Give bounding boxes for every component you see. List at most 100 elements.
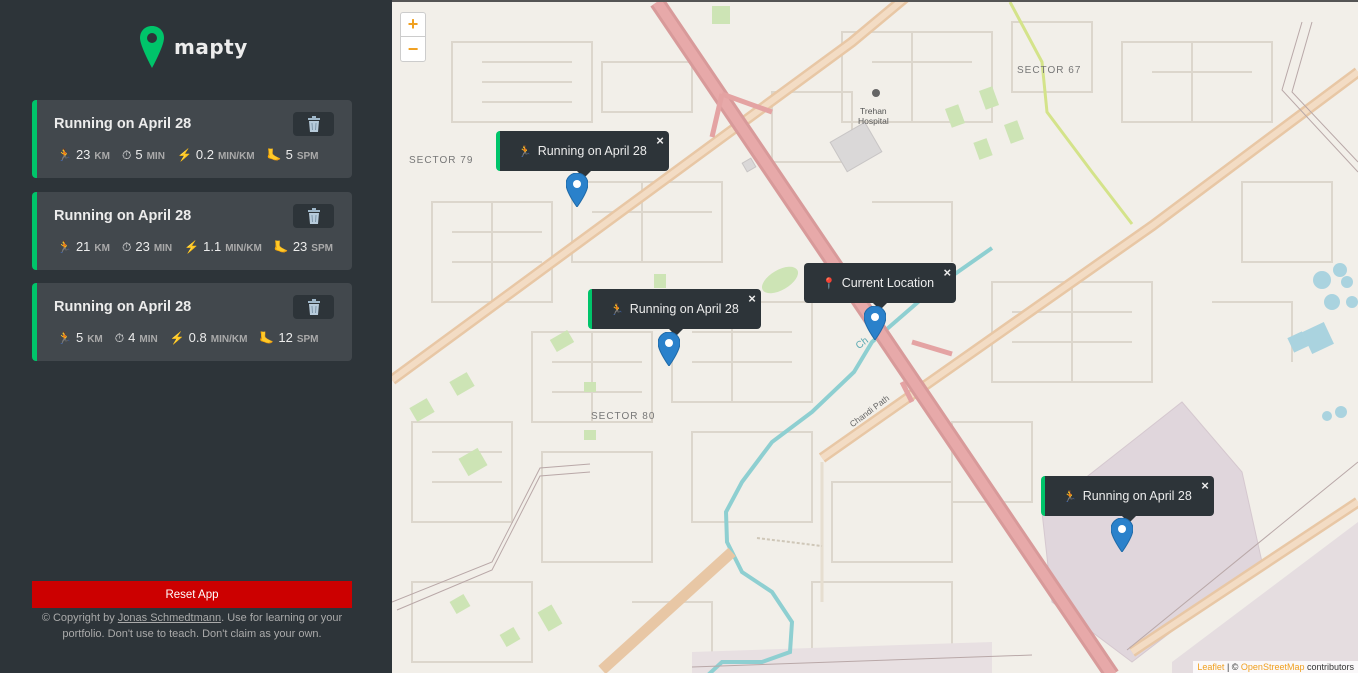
detail-value: 5 [75, 330, 84, 345]
distance-detail: 🏃 5 km [57, 330, 103, 345]
cadence-detail: 🦶 5 spm [267, 147, 319, 162]
zoom-control: + − [400, 12, 426, 62]
hospital-line-2: Hospital [858, 116, 889, 126]
workout-item[interactable]: Running on April 28 🏃 5 km ⏱ 4 min ⚡ 0.8 min/k… [32, 283, 352, 361]
author-link[interactable]: Jonas Schmedtmann [118, 612, 221, 624]
detail-unit: min/km [217, 151, 255, 162]
detail-value: 4 [128, 330, 136, 345]
delete-workout-button[interactable] [293, 112, 334, 136]
detail-value: 5 [285, 147, 293, 162]
detail-value: 0.2 [195, 147, 214, 162]
close-icon[interactable]: × [656, 133, 664, 148]
logo: mapty [140, 26, 248, 68]
leaflet-link[interactable]: Leaflet [1197, 662, 1224, 672]
zoom-out-button[interactable]: − [401, 37, 425, 61]
zoom-in-button[interactable]: + [401, 13, 425, 37]
distance-detail: 🏃 21 km [57, 239, 110, 254]
workout-details: 🏃 5 km ⏱ 4 min ⚡ 0.8 min/km 🦶 12 spm [57, 330, 342, 346]
detail-unit: min [139, 334, 158, 345]
copyright: © Copyright by Jonas Schmedtmann. Use fo… [32, 610, 352, 642]
detail-unit: spm [311, 243, 333, 254]
detail-value: 5 [135, 147, 143, 162]
detail-unit: spm [296, 151, 319, 162]
detail-value: 21 [75, 239, 91, 254]
map-attribution: Leaflet | © OpenStreetMap contributors [1193, 661, 1358, 673]
runner-icon: 🏃 [610, 303, 624, 316]
runner-icon: 🏃 [1063, 490, 1077, 503]
pace-detail: ⚡ 0.2 min/km [177, 147, 255, 162]
close-icon[interactable]: × [748, 291, 756, 306]
close-icon[interactable]: × [944, 265, 952, 280]
map-marker-icon[interactable] [1111, 518, 1133, 552]
detail-value: 12 [278, 330, 293, 345]
trash-icon [307, 299, 320, 315]
detail-value: 1.1 [203, 239, 222, 254]
map[interactable]: SECTOR 67 SECTOR 79 SECTOR 80 Trehan Hos… [392, 0, 1358, 673]
detail-unit: km [87, 334, 103, 345]
close-icon[interactable]: × [1201, 478, 1209, 493]
cadence-detail: 🦶 12 spm [259, 330, 318, 345]
stopwatch-icon: ⏱ [114, 331, 125, 345]
map-marker-icon[interactable] [658, 332, 680, 366]
pace-detail: ⚡ 0.8 min/km [170, 330, 248, 345]
trash-icon [307, 208, 320, 224]
popup-text: Running on April 28 [629, 302, 739, 316]
runner-icon: 🏃 [57, 240, 72, 254]
runner-icon: 🏃 [57, 331, 72, 345]
map-label-sector-67: SECTOR 67 [1017, 65, 1082, 76]
distance-detail: 🏃 23 km [57, 147, 110, 162]
foot-icon: 🦶 [266, 148, 282, 162]
duration-detail: ⏱ 5 min [122, 147, 165, 163]
copyright-prefix: © Copyright by [41, 612, 118, 624]
popup-text: Running on April 28 [1082, 489, 1192, 503]
detail-value: 0.8 [188, 330, 207, 345]
workout-title: Running on April 28 [54, 299, 192, 315]
map-marker-icon[interactable] [566, 173, 588, 207]
popup-text: Current Location [841, 276, 935, 290]
workout-title: Running on April 28 [54, 208, 192, 224]
workout-item[interactable]: Running on April 28 🏃 23 km ⏱ 5 min ⚡ 0.2 min/… [32, 100, 352, 178]
pin-icon: 📍 [822, 277, 836, 290]
detail-unit: km [94, 151, 110, 162]
runner-icon: 🏃 [57, 148, 72, 162]
workout-popup[interactable]: 🏃 Running on April 28 × [1041, 476, 1214, 523]
duration-detail: ⏱ 4 min [115, 330, 158, 346]
detail-value: 23 [135, 239, 150, 254]
sidebar: mapty Running on April 28 🏃 23 km ⏱ 5 min ⚡ 0… [0, 0, 392, 673]
osm-link[interactable]: OpenStreetMap [1241, 662, 1305, 672]
workout-popup[interactable]: 🏃 Running on April 28 × [496, 131, 669, 178]
detail-unit: min/km [210, 334, 248, 345]
detail-value: 23 [292, 239, 308, 254]
lightning-icon: ⚡ [176, 148, 192, 162]
map-label-sector-80: SECTOR 80 [591, 411, 656, 422]
stopwatch-icon: ⏱ [121, 240, 132, 254]
attribution-contributors: contributors [1304, 662, 1354, 672]
duration-detail: ⏱ 23 min [122, 239, 172, 255]
detail-unit: min [153, 243, 173, 254]
detail-unit: min [146, 151, 165, 162]
map-marker-icon[interactable] [864, 306, 886, 340]
runner-icon: 🏃 [518, 145, 532, 158]
workout-details: 🏃 23 km ⏱ 5 min ⚡ 0.2 min/km 🦶 5 spm [57, 147, 342, 163]
pace-detail: ⚡ 1.1 min/km [184, 239, 262, 254]
current-location-popup[interactable]: 📍 Current Location × [804, 263, 957, 310]
lightning-icon: ⚡ [184, 240, 200, 254]
detail-unit: min/km [225, 243, 262, 254]
workout-item[interactable]: Running on April 28 🏃 21 km ⏱ 23 min ⚡ 1.1 min… [32, 192, 352, 270]
map-pin-icon [140, 26, 164, 68]
delete-workout-button[interactable] [293, 204, 334, 228]
detail-value: 23 [75, 147, 91, 162]
stopwatch-icon: ⏱ [121, 148, 132, 162]
map-label-hospital: Trehan Hospital [858, 106, 889, 126]
detail-unit: spm [296, 334, 319, 345]
attribution-separator: | © [1224, 662, 1241, 672]
map-label-sector-79: SECTOR 79 [409, 155, 474, 166]
workout-details: 🏃 21 km ⏱ 23 min ⚡ 1.1 min/km 🦶 23 spm [57, 239, 342, 255]
reset-app-button[interactable]: Reset App [32, 581, 352, 608]
delete-workout-button[interactable] [293, 295, 334, 319]
lightning-icon: ⚡ [169, 331, 185, 345]
workout-popup[interactable]: 🏃 Running on April 28 × [588, 289, 761, 336]
hospital-line-1: Trehan [860, 106, 887, 116]
trash-icon [307, 116, 320, 132]
detail-unit: km [94, 243, 110, 254]
